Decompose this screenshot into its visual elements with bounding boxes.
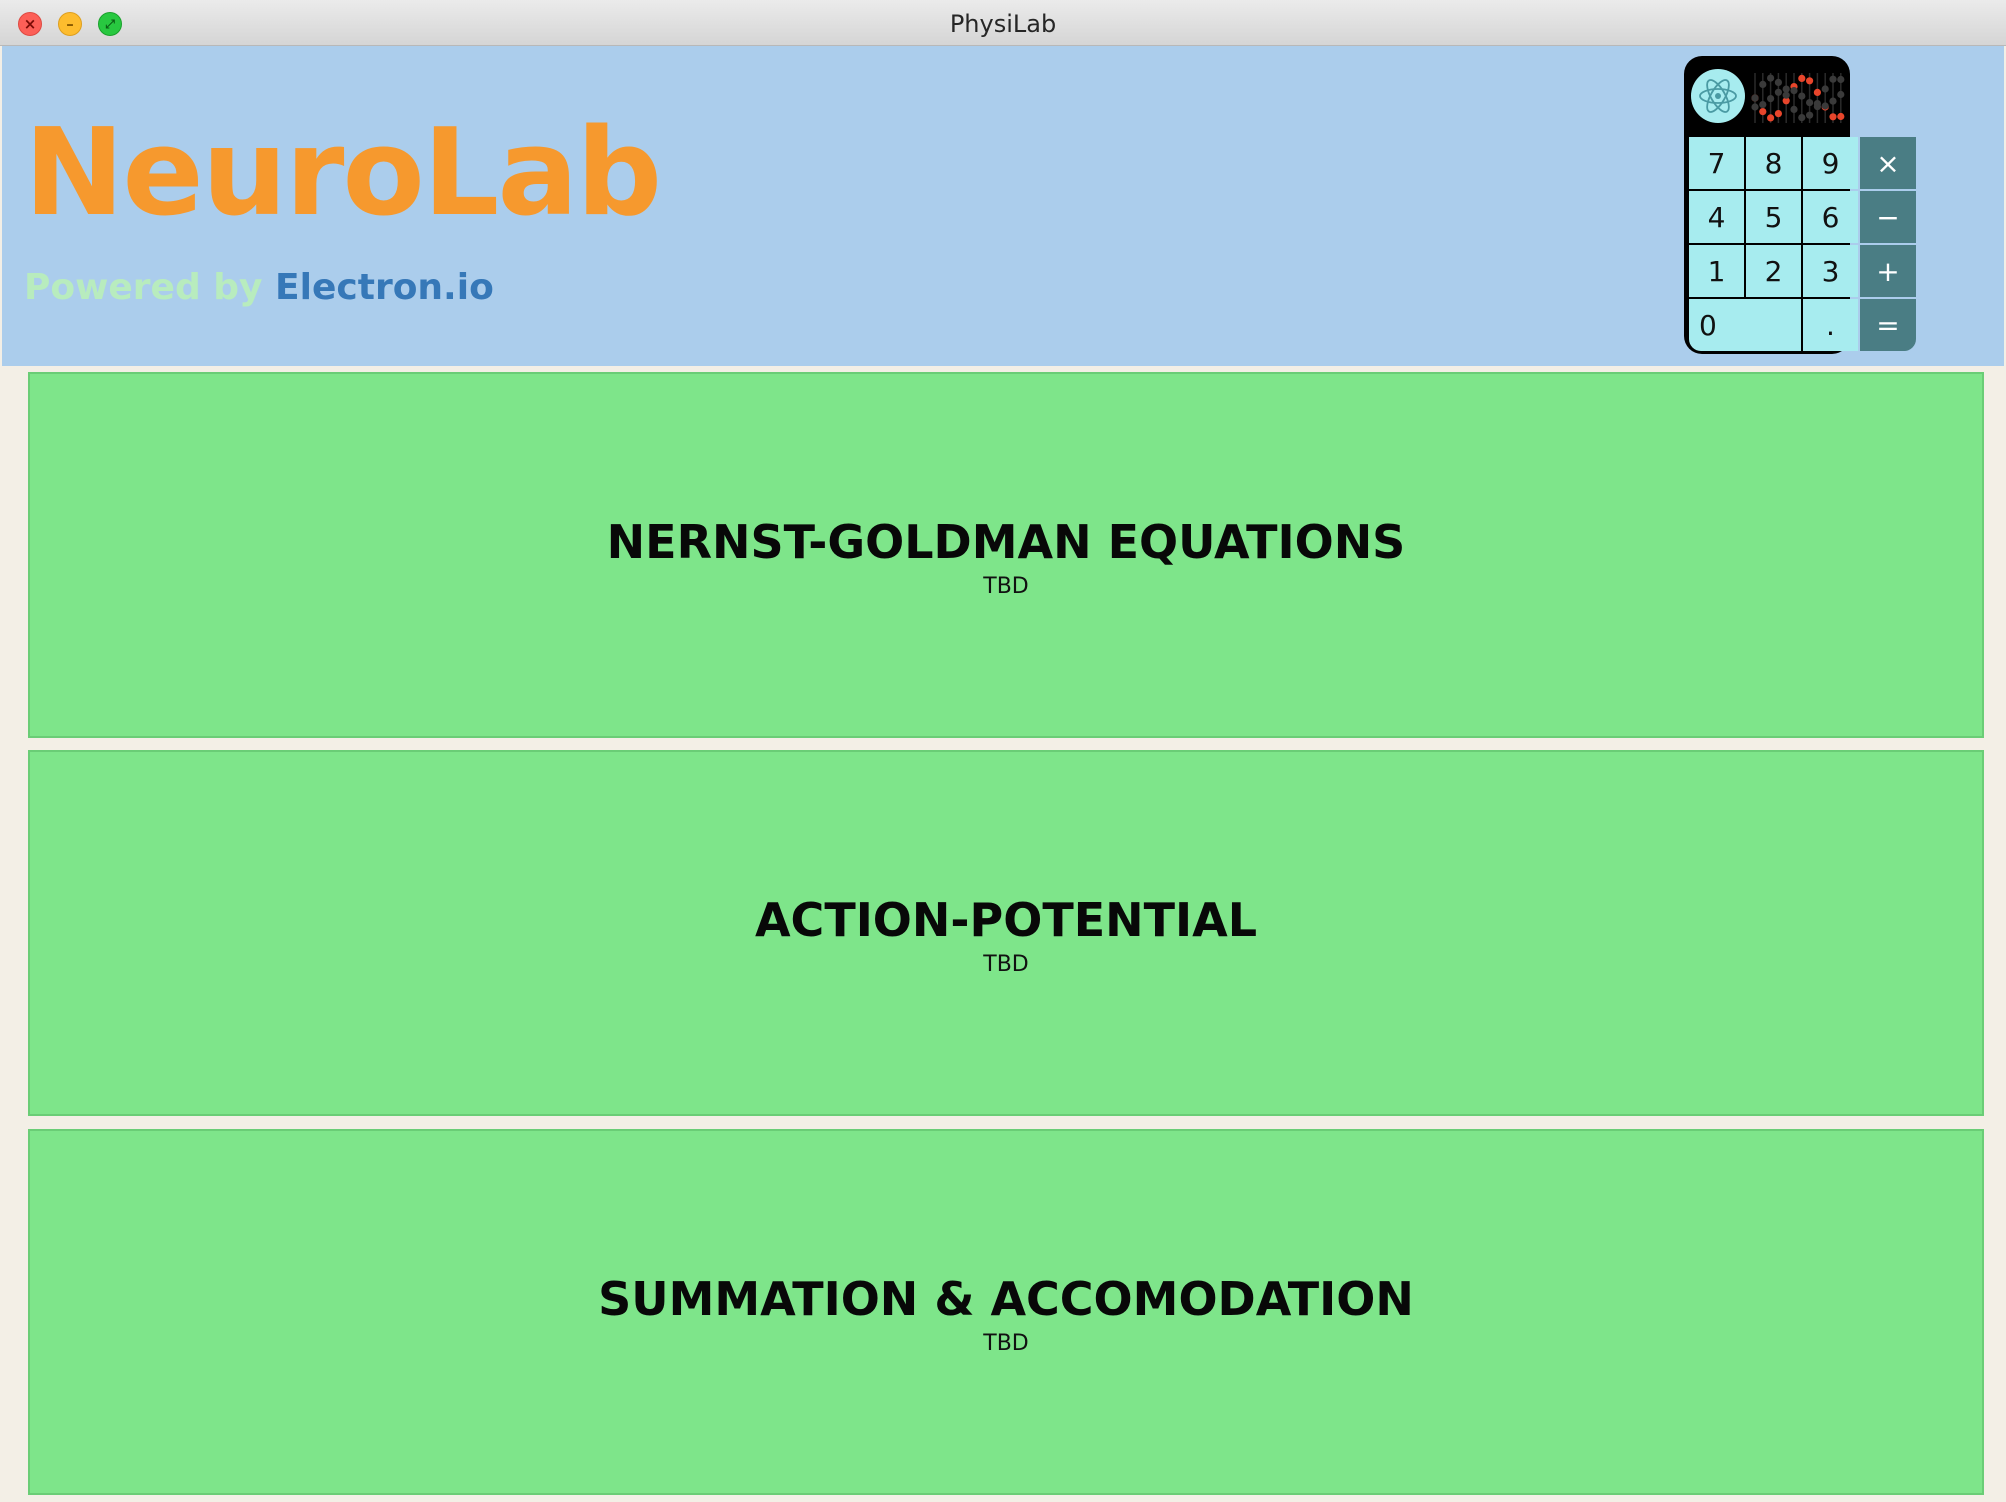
digit-key-0[interactable]: 0 [1689,299,1801,351]
app-header: NeuroLab Powered by Electron.io 7 8 9 × … [2,46,2004,366]
digit-key-2[interactable]: 2 [1746,245,1801,297]
window-edge [1992,366,2006,1502]
electron-link[interactable]: Electron.io [275,267,494,308]
digit-key-6[interactable]: 6 [1803,191,1858,243]
decimal-key[interactable]: . [1803,299,1858,351]
module-title: ACTION-POTENTIAL [754,893,1258,947]
calculator-keypad: 7 8 9 × 4 5 6− 1 2 3 +0. = [1689,137,1916,351]
digit-key-1[interactable]: 1 [1689,245,1744,297]
summation-accomodation-module[interactable]: SUMMATION & ACCOMODATION TBD [28,1129,1984,1495]
app-title: NeuroLab [24,104,662,243]
action-potential-module[interactable]: ACTION-POTENTIAL TBD [28,750,1984,1116]
digit-key-5[interactable]: 5 [1746,191,1801,243]
digit-key-3[interactable]: 3 [1803,245,1858,297]
app-window: × – ⤢ PhysiLab NeuroLab Powered by Elect… [0,0,2006,1502]
powered-by-label: Powered by [24,267,276,308]
module-subtitle: TBD [983,574,1029,599]
digit-key-7[interactable]: 7 [1689,137,1744,189]
window-title: PhysiLab [949,10,1057,38]
multiply-key[interactable]: × [1860,137,1916,189]
digit-key-8[interactable]: 8 [1746,137,1801,189]
digit-key-9[interactable]: 9 [1803,137,1858,189]
dna-helix-icon [1751,73,1845,123]
title-bar: × – ⤢ PhysiLab [0,0,2006,46]
calculator-display [1689,61,1845,135]
module-subtitle: TBD [983,952,1029,977]
digit-key-4[interactable]: 4 [1689,191,1744,243]
add-key[interactable]: + [1860,245,1916,297]
module-title: SUMMATION & ACCOMODATION [598,1272,1414,1326]
powered-by-line: Powered by Electron.io [24,270,494,306]
calculator-widget[interactable]: 7 8 9 × 4 5 6− 1 2 3 +0. = [1684,56,1916,354]
subtract-key[interactable]: − [1860,191,1916,243]
equals-key[interactable]: = [1860,299,1916,351]
nernst-goldman-module[interactable]: NERNST-GOLDMAN EQUATIONS TBD [28,372,1984,738]
module-subtitle: TBD [983,1331,1029,1356]
module-title: NERNST-GOLDMAN EQUATIONS [606,515,1406,569]
atom-icon [1691,69,1745,123]
